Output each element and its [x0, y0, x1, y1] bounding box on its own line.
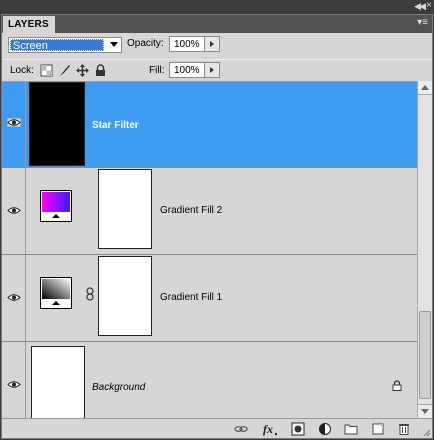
trash-icon[interactable] — [397, 422, 411, 436]
chain-link-icon[interactable] — [86, 287, 94, 301]
fill-field[interactable]: 100% — [169, 62, 205, 78]
gradient-fill-icon[interactable] — [40, 190, 72, 222]
eye-icon[interactable] — [7, 293, 21, 302]
fx-icon[interactable]: fx — [263, 422, 279, 436]
close-icon[interactable]: × — [426, 0, 432, 11]
eye-icon[interactable] — [7, 380, 21, 389]
layer-name: Star Filter — [92, 120, 139, 131]
layer-row-star-filter[interactable]: Star Filter — [2, 82, 417, 168]
fill-slider-button[interactable] — [205, 62, 220, 78]
layer-name: Background — [92, 382, 146, 393]
lock-fill-row: Lock: Fill: 100% — [2, 59, 432, 81]
layers-panel: LAYERS ▾≡ Screen Opacity: 100% Lock: Fil… — [1, 14, 433, 439]
scroll-up-button[interactable] — [418, 81, 432, 95]
visibility-column — [2, 255, 26, 341]
layer-mask-thumbnail[interactable] — [98, 256, 152, 336]
opacity-field[interactable]: 100% — [169, 36, 205, 52]
layer-thumbnail — [31, 346, 85, 418]
layer-row-gradient-fill-1[interactable]: Gradient Fill 1 — [2, 255, 417, 342]
eye-icon[interactable] — [7, 118, 21, 127]
lock-position-icon[interactable] — [76, 64, 89, 77]
lock-all-icon[interactable] — [94, 64, 107, 77]
adjustment-icon[interactable] — [318, 422, 332, 436]
layers-footer-toolbar: fx — [2, 418, 432, 438]
collapse-icon[interactable]: ◀◀ — [414, 1, 426, 12]
visibility-column — [2, 82, 26, 167]
opacity-label: Opacity: — [127, 38, 164, 49]
layers-scrollbar[interactable] — [417, 81, 432, 418]
new-layer-icon[interactable] — [371, 422, 385, 436]
gradient-fill-icon[interactable] — [40, 277, 72, 309]
eye-icon[interactable] — [7, 206, 21, 215]
panel-menu-icon[interactable]: ▾≡ — [417, 17, 428, 28]
layers-list: Star Filter Gradient Fill 2 Gradient Fil… — [2, 81, 417, 418]
layer-row-gradient-fill-2[interactable]: Gradient Fill 2 — [2, 168, 417, 255]
lock-image-pixels-icon[interactable] — [58, 64, 71, 77]
lock-transparent-pixels-icon[interactable] — [40, 64, 53, 77]
svg-text:fx: fx — [263, 422, 273, 436]
tab-layers[interactable]: LAYERS — [3, 16, 55, 33]
blend-mode-select[interactable]: Screen — [8, 37, 122, 53]
panel-top-strip: ◀◀ × — [0, 0, 434, 14]
layer-mask-thumbnail[interactable] — [98, 169, 152, 249]
visibility-column — [2, 168, 26, 254]
opacity-slider-button[interactable] — [205, 36, 220, 52]
layer-thumbnail — [29, 82, 85, 166]
scroll-down-button[interactable] — [418, 404, 432, 418]
blend-opacity-row: Screen Opacity: 100% — [2, 33, 432, 57]
lock-label: Lock: — [10, 65, 34, 76]
visibility-column — [2, 342, 26, 418]
fill-label: Fill: — [149, 65, 165, 76]
lock-icon — [392, 380, 402, 391]
blend-mode-value: Screen — [10, 39, 104, 52]
layer-row-background[interactable]: Background — [2, 342, 417, 418]
layer-name: Gradient Fill 1 — [160, 292, 223, 303]
resize-grip-icon[interactable] — [423, 429, 431, 437]
chevron-down-icon — [110, 42, 118, 47]
link-icon[interactable] — [234, 422, 248, 436]
layer-name: Gradient Fill 2 — [160, 205, 223, 216]
tab-bar: LAYERS ▾≡ — [2, 15, 432, 33]
scroll-thumb[interactable] — [419, 311, 431, 399]
mask-icon[interactable] — [291, 422, 305, 436]
folder-icon[interactable] — [344, 422, 358, 436]
